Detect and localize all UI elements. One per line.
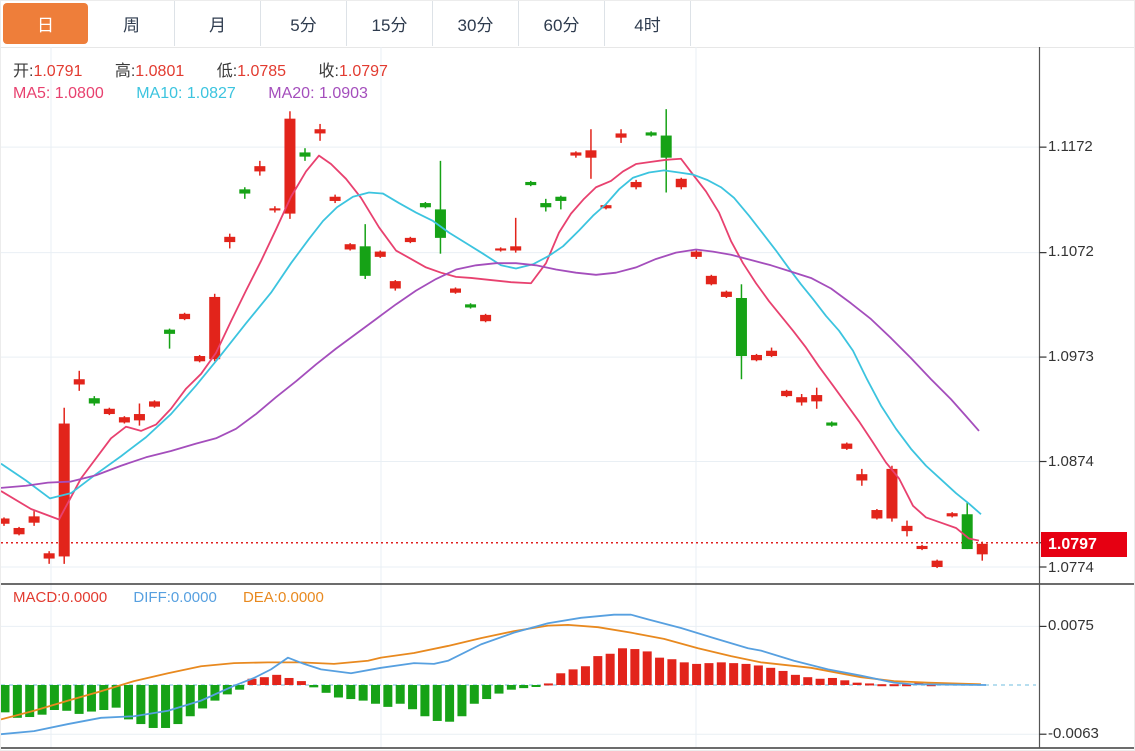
tab-week[interactable]: 周: [89, 1, 175, 46]
price-axis-label: 1.1172: [1048, 138, 1093, 155]
ohlc-legend: 开:1.0791 高:1.0801 低:1.0785 收:1.0797: [13, 57, 416, 81]
ma10-label: MA10:: [136, 85, 183, 102]
macd-value: 0.0000: [61, 589, 108, 606]
candlestick-macd-svg: [1, 47, 1134, 749]
ma10-value: 1.0827: [186, 85, 236, 102]
macd-axis-label: -0.0063: [1048, 725, 1099, 742]
ma20-value: 1.0903: [318, 85, 368, 102]
tab-60min[interactable]: 60分: [519, 1, 605, 46]
diff-value: 0.0000: [170, 589, 217, 606]
open-label: 开:: [13, 63, 34, 80]
price-axis-label: 1.0774: [1048, 559, 1094, 576]
current-price-tag: 1.0797: [1041, 532, 1127, 557]
open-value: 1.0791: [33, 63, 83, 80]
chart-canvas[interactable]: [1, 47, 1134, 750]
tab-day[interactable]: 日: [3, 3, 88, 44]
macd-label: MACD:: [13, 589, 62, 606]
dea-value: 0.0000: [277, 589, 324, 606]
ma20-label: MA20:: [268, 85, 315, 102]
tab-30min[interactable]: 30分: [433, 1, 519, 46]
kline-chart-widget: 日 周 月 5分 15分 30分 60分 4时 开:1.0791 高:1.080…: [0, 0, 1135, 751]
close-value: 1.0797: [338, 63, 388, 80]
tab-15min[interactable]: 15分: [347, 1, 433, 46]
ma-legend: MA5: 1.0800 MA10: 1.0827 MA20: 1.0903: [13, 85, 396, 103]
close-label: 收:: [318, 63, 339, 80]
macd-axis-label: 0.0075: [1048, 617, 1094, 634]
price-axis-label: 1.1072: [1048, 243, 1094, 260]
price-axis-label: 1.0973: [1048, 348, 1094, 365]
tab-4hour[interactable]: 4时: [605, 1, 691, 46]
diff-label: DIFF:: [133, 589, 171, 606]
tab-5min[interactable]: 5分: [261, 1, 347, 46]
macd-legend: MACD:0.0000 DIFF:0.0000 DEA:0.0000: [13, 589, 346, 606]
high-value: 1.0801: [135, 63, 185, 80]
ma5-value: 1.0800: [54, 85, 104, 102]
ma5-label: MA5:: [13, 85, 51, 102]
tab-month[interactable]: 月: [175, 1, 261, 46]
low-value: 1.0785: [237, 63, 287, 80]
high-label: 高:: [114, 63, 136, 80]
dea-label: DEA:: [242, 589, 278, 606]
timeframe-tabbar: 日 周 月 5分 15分 30分 60分 4时: [1, 1, 1134, 48]
low-label: 低:: [216, 63, 238, 80]
price-axis-label: 1.0874: [1048, 453, 1094, 470]
